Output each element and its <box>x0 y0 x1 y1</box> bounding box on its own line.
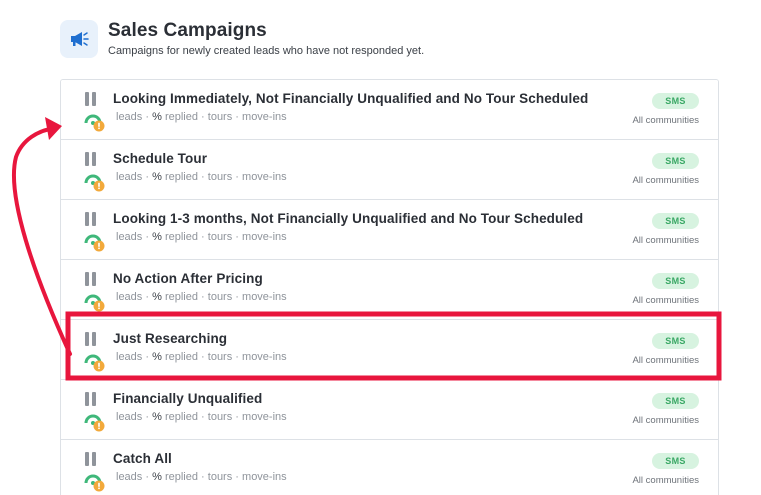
campaign-status-icon <box>84 354 105 372</box>
campaign-stats: leads · % replied · tours · move-ins <box>116 231 287 243</box>
campaign-stats: leads · % replied · tours · move-ins <box>116 291 287 303</box>
stat-leads: leads <box>116 351 143 363</box>
channel-badge: SMS <box>652 453 699 469</box>
stat-percent: % <box>152 291 162 303</box>
channel-badge: SMS <box>652 333 699 349</box>
campaign-title[interactable]: Financially Unqualified <box>113 391 262 406</box>
campaign-status-icon <box>84 114 105 132</box>
campaign-row[interactable]: Schedule Tour leads · % replied · tours … <box>61 140 718 200</box>
stat-replied: replied <box>164 231 198 243</box>
pause-icon[interactable] <box>85 212 97 226</box>
communities-label: All communities <box>632 415 699 426</box>
communities-label: All communities <box>632 235 699 246</box>
campaign-stats: leads · % replied · tours · move-ins <box>116 171 287 183</box>
communities-label: All communities <box>632 295 699 306</box>
stat-replied: replied <box>164 111 198 123</box>
campaign-title[interactable]: Schedule Tour <box>113 151 207 166</box>
stat-replied: replied <box>164 291 198 303</box>
communities-label: All communities <box>632 355 699 366</box>
stat-move-ins: move-ins <box>242 411 287 423</box>
pause-icon[interactable] <box>85 452 97 466</box>
stat-leads: leads <box>116 471 143 483</box>
campaign-title[interactable]: Looking Immediately, Not Financially Unq… <box>113 91 588 106</box>
campaign-stats: leads · % replied · tours · move-ins <box>116 411 287 423</box>
stat-replied: replied <box>164 411 198 423</box>
stat-replied: replied <box>164 171 198 183</box>
campaign-stats: leads · % replied · tours · move-ins <box>116 351 287 363</box>
stat-tours: tours <box>207 231 233 243</box>
stat-percent: % <box>152 411 162 423</box>
campaign-row[interactable]: Financially Unqualified leads · % replie… <box>61 380 718 440</box>
stat-move-ins: move-ins <box>242 231 287 243</box>
stat-move-ins: move-ins <box>242 471 287 483</box>
campaign-title[interactable]: Looking 1-3 months, Not Financially Unqu… <box>113 211 583 226</box>
stat-leads: leads <box>116 171 143 183</box>
campaign-row[interactable]: Just Researching leads · % replied · tou… <box>61 320 718 380</box>
campaign-title[interactable]: Just Researching <box>113 331 227 346</box>
page-header: Sales Campaigns Campaigns for newly crea… <box>60 20 720 64</box>
campaign-row[interactable]: No Action After Pricing leads · % replie… <box>61 260 718 320</box>
page-title: Sales Campaigns <box>108 20 267 41</box>
campaign-status-icon <box>84 294 105 312</box>
stat-percent: % <box>152 111 162 123</box>
communities-label: All communities <box>632 115 699 126</box>
campaign-stats: leads · % replied · tours · move-ins <box>116 471 287 483</box>
pause-icon[interactable] <box>85 92 97 106</box>
channel-badge: SMS <box>652 273 699 289</box>
stat-move-ins: move-ins <box>242 171 287 183</box>
stat-move-ins: move-ins <box>242 351 287 363</box>
stat-percent: % <box>152 351 162 363</box>
campaign-row[interactable]: Catch All leads · % replied · tours · mo… <box>61 440 718 495</box>
page-subtitle: Campaigns for newly created leads who ha… <box>108 45 425 57</box>
campaign-status-icon <box>84 174 105 192</box>
communities-label: All communities <box>632 475 699 486</box>
channel-badge: SMS <box>652 393 699 409</box>
stat-tours: tours <box>207 471 233 483</box>
stat-move-ins: move-ins <box>242 111 287 123</box>
channel-badge: SMS <box>652 153 699 169</box>
campaign-status-icon <box>84 474 105 492</box>
campaign-list: Looking Immediately, Not Financially Unq… <box>60 79 719 495</box>
stat-leads: leads <box>116 111 143 123</box>
stat-leads: leads <box>116 411 143 423</box>
pause-icon[interactable] <box>85 152 97 166</box>
channel-badge: SMS <box>652 93 699 109</box>
stat-percent: % <box>152 171 162 183</box>
pause-icon[interactable] <box>85 332 97 346</box>
campaign-stats: leads · % replied · tours · move-ins <box>116 111 287 123</box>
channel-badge: SMS <box>652 213 699 229</box>
stat-move-ins: move-ins <box>242 291 287 303</box>
stat-percent: % <box>152 471 162 483</box>
stat-leads: leads <box>116 291 143 303</box>
stat-replied: replied <box>164 471 198 483</box>
stat-tours: tours <box>207 351 233 363</box>
stat-tours: tours <box>207 411 233 423</box>
campaign-title[interactable]: Catch All <box>113 451 172 466</box>
campaign-status-icon <box>84 414 105 432</box>
stat-replied: replied <box>164 351 198 363</box>
campaign-row[interactable]: Looking Immediately, Not Financially Unq… <box>61 80 718 140</box>
stat-tours: tours <box>207 111 233 123</box>
stat-leads: leads <box>116 231 143 243</box>
communities-label: All communities <box>632 175 699 186</box>
campaign-status-icon <box>84 234 105 252</box>
campaign-title[interactable]: No Action After Pricing <box>113 271 263 286</box>
stat-tours: tours <box>207 171 233 183</box>
pause-icon[interactable] <box>85 272 97 286</box>
stat-percent: % <box>152 231 162 243</box>
campaign-row[interactable]: Looking 1-3 months, Not Financially Unqu… <box>61 200 718 260</box>
pause-icon[interactable] <box>85 392 97 406</box>
megaphone-icon <box>60 20 98 58</box>
stat-tours: tours <box>207 291 233 303</box>
